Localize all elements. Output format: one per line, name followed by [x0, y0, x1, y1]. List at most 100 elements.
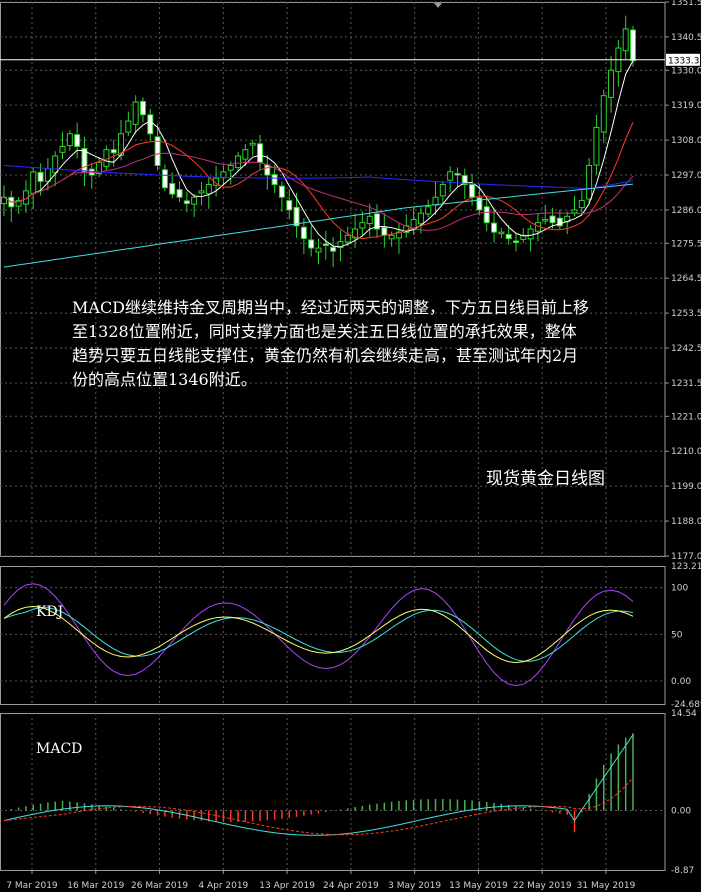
y-tick-label: 1188.0 — [671, 517, 701, 527]
candle-body — [512, 240, 519, 244]
candle-body — [308, 239, 315, 249]
kdj-tick-label: 50 — [671, 630, 683, 640]
candle-body — [454, 173, 461, 176]
candle-body — [88, 168, 95, 176]
candle-body — [578, 199, 585, 209]
ma-line-ma5 — [3, 60, 634, 248]
top-marker-icon — [434, 3, 442, 8]
candle-body — [483, 206, 490, 224]
candle-body — [191, 196, 198, 205]
kdj-tick-label: 100 — [671, 584, 688, 594]
x-tick-label: 24 Apr 2019 — [323, 881, 379, 891]
candle-body — [293, 206, 300, 227]
y-tick-label: 1286.0 — [671, 206, 701, 216]
macd-dif-line — [3, 734, 634, 836]
y-tick-label: 1242.5 — [671, 344, 701, 354]
candle-body — [622, 28, 629, 52]
candle-body — [59, 145, 66, 153]
macd-tick-label: 0.00 — [671, 807, 691, 817]
candle-body — [593, 126, 600, 166]
candle-body — [542, 218, 549, 222]
candle-body — [359, 222, 366, 229]
macd-label: MACD — [36, 741, 83, 757]
candle-body — [600, 95, 607, 133]
candle-body — [549, 215, 556, 224]
candle-body — [322, 243, 329, 246]
candle-body — [205, 184, 212, 195]
candle-body — [432, 196, 439, 206]
annotation-text: MACD继续维持金叉周期当中，经过近两天的调整，下方五日线目前上移至1328位置… — [72, 298, 590, 389]
candle-body — [249, 142, 256, 146]
current-price-label: 1333.3 — [668, 56, 700, 66]
candle-body — [110, 149, 117, 154]
x-tick-label: 3 May 2019 — [388, 881, 441, 891]
kdj-k-line — [3, 605, 634, 664]
macd-tick-label: 14.54 — [671, 709, 697, 719]
candle-body — [242, 149, 249, 160]
candle-body — [198, 190, 205, 194]
candle-body — [425, 206, 432, 215]
candle-body — [52, 155, 59, 174]
x-tick-label: 4 Apr 2019 — [198, 881, 248, 891]
candle-body — [161, 169, 168, 189]
candle-body — [176, 189, 183, 198]
candle-body — [608, 69, 615, 98]
candle-body — [227, 165, 234, 171]
panel-border — [0, 713, 666, 871]
candle-body — [74, 134, 81, 147]
y-tick-label: 1319.0 — [671, 101, 701, 111]
chart-root: 1351.5 1340.5 1330.0 1319.0 1308.0 1297.0 1286… — [0, 0, 701, 891]
candle-body — [381, 227, 388, 236]
candle-body — [139, 100, 146, 116]
y-tick-label: 1177.0 — [671, 552, 701, 562]
y-tick-label: 1231.5 — [671, 379, 701, 389]
x-tick-label: 13 Apr 2019 — [259, 881, 315, 891]
candle-body — [366, 215, 373, 225]
candle-body — [491, 222, 498, 233]
y-tick-label: 1221.0 — [671, 412, 701, 422]
x-tick-label: 31 May 2019 — [577, 881, 636, 891]
candle-body — [66, 133, 73, 147]
candle-body — [586, 165, 593, 200]
y-tick-label: 1264.5 — [671, 274, 701, 284]
candle-body — [417, 212, 424, 225]
y-tick-label: 1199.0 — [671, 482, 701, 492]
chart-subtitle: 现货黄金日线图 — [486, 469, 605, 489]
macd-tick-label: -8.87 — [671, 866, 694, 876]
x-tick-label: 7 Mar 2019 — [6, 881, 58, 891]
candle-body — [447, 171, 454, 181]
candle-body — [30, 171, 37, 194]
y-tick-label: 1253.5 — [671, 309, 701, 319]
candle-body — [527, 228, 534, 240]
candle-body — [169, 183, 176, 195]
y-tick-label: 1297.0 — [671, 171, 701, 181]
candle-body — [147, 114, 154, 135]
candle-body — [256, 143, 263, 163]
y-tick-label: 1275.5 — [671, 239, 701, 249]
y-tick-label: 1210.0 — [671, 447, 701, 457]
kdj-j-line — [3, 583, 634, 687]
candle-body — [300, 226, 307, 240]
kdj-label: KDJ — [36, 604, 64, 620]
candle-body — [132, 101, 139, 125]
candle-body — [344, 234, 351, 243]
y-tick-label: 1340.5 — [671, 33, 701, 43]
candle-body — [278, 185, 285, 198]
candle-body — [315, 247, 322, 253]
y-tick-label: 1308.0 — [671, 136, 701, 146]
candle-body — [235, 155, 242, 169]
candle-body — [630, 29, 636, 62]
candle-body — [505, 233, 512, 240]
candle-body — [469, 184, 476, 198]
x-tick-label: 22 May 2019 — [513, 881, 572, 891]
candle-body — [37, 171, 44, 182]
kdj-tick-label: 123.217 — [671, 562, 701, 572]
candle-body — [125, 120, 132, 133]
kdj-d-line — [3, 607, 634, 662]
candle-body — [330, 246, 337, 252]
y-tick-label: 1351.5 — [671, 0, 701, 8]
candle-body — [571, 209, 578, 214]
x-tick-label: 16 Mar 2019 — [67, 881, 124, 891]
candle-body — [286, 200, 293, 211]
candle-body — [439, 184, 446, 197]
